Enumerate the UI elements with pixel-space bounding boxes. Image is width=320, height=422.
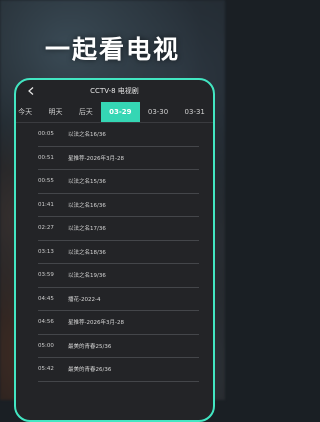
back-arrow-icon[interactable] — [26, 85, 36, 97]
program-row[interactable]: 00:55 以法之名15/36 — [38, 170, 199, 194]
tab-day-after[interactable]: 后天 — [71, 102, 101, 122]
tab-today[interactable]: 今天 — [16, 102, 40, 122]
program-title: 以法之名16/36 — [68, 202, 106, 209]
program-title: 星推荐-2026年3月-28 — [68, 155, 124, 162]
phone-frame: CCTV-8 电视剧 今天 明天 后天 03-29 03-30 03-31 00… — [14, 78, 215, 422]
program-time: 04:45 — [38, 295, 54, 302]
program-title: 以法之名17/36 — [68, 226, 106, 233]
program-title: 最美的青春25/36 — [68, 343, 112, 350]
top-bar: CCTV-8 电视剧 — [16, 80, 213, 102]
program-row[interactable]: 00:05 以法之名16/36 — [38, 123, 199, 147]
program-title: 以法之名15/36 — [68, 179, 106, 186]
program-time: 05:00 — [38, 342, 54, 349]
program-title: 以法之名19/36 — [68, 273, 106, 280]
program-row[interactable]: 02:27 以法之名17/36 — [38, 217, 199, 241]
program-time: 03:59 — [38, 272, 54, 279]
channel-title: CCTV-8 电视剧 — [90, 87, 139, 95]
date-tabs: 今天 明天 后天 03-29 03-30 03-31 — [16, 102, 213, 123]
program-time: 00:51 — [38, 154, 54, 161]
program-title: 星推荐-2026年3月-28 — [68, 320, 124, 327]
program-row[interactable]: 01:41 以法之名16/36 — [38, 194, 199, 217]
program-time: 05:42 — [38, 366, 54, 373]
program-title: 播花-2022-4 — [68, 296, 101, 303]
program-title: 最美的青春26/36 — [68, 367, 112, 374]
program-row[interactable]: 04:45 播花-2022-4 — [38, 288, 199, 311]
program-time: 01:41 — [38, 201, 54, 208]
promo-headline: 一起看电视 — [44, 35, 180, 64]
tab-tomorrow[interactable]: 明天 — [40, 102, 70, 122]
program-row[interactable]: 05:42 最美的青春26/36 — [38, 358, 199, 382]
program-row[interactable]: 04:56 星推荐-2026年3月-28 — [38, 311, 199, 335]
program-time: 04:56 — [38, 319, 54, 326]
program-title: 以法之名16/36 — [68, 132, 106, 139]
program-row[interactable]: 00:51 星推荐-2026年3月-28 — [38, 147, 199, 170]
program-title: 以法之名18/36 — [68, 249, 106, 256]
program-time: 00:05 — [38, 131, 54, 138]
program-time: 02:27 — [38, 225, 54, 232]
tab-03-29[interactable]: 03-29 — [100, 102, 140, 122]
tab-03-30[interactable]: 03-30 — [140, 102, 177, 122]
program-time: 03:13 — [38, 248, 54, 255]
program-row[interactable]: 05:00 最美的青春25/36 — [38, 335, 199, 358]
tab-03-31[interactable]: 03-31 — [176, 102, 213, 122]
program-row[interactable]: 03:59 以法之名19/36 — [38, 264, 199, 288]
program-list: 00:05 以法之名16/36 00:51 星推荐-2026年3月-28 00:55… — [16, 123, 213, 382]
program-row[interactable]: 03:13 以法之名18/36 — [38, 241, 199, 264]
program-time: 00:55 — [38, 178, 54, 185]
